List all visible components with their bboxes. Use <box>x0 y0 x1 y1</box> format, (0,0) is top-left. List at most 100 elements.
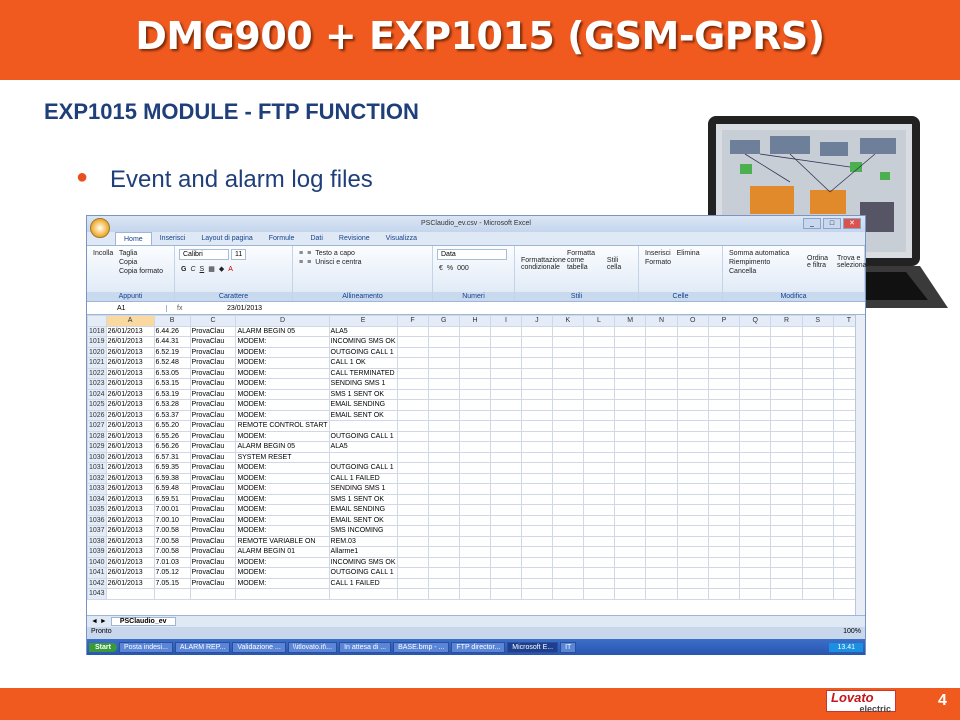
cell[interactable] <box>396 483 429 495</box>
percent-icon[interactable]: % <box>447 265 453 272</box>
cell[interactable] <box>707 451 741 463</box>
cell[interactable] <box>427 325 460 337</box>
cell[interactable] <box>770 577 803 589</box>
cell[interactable] <box>770 430 803 442</box>
cell[interactable] <box>707 325 741 337</box>
cell[interactable]: 26/01/2013 <box>105 504 155 516</box>
cell[interactable] <box>707 567 741 579</box>
row-header[interactable]: 1031 <box>87 462 107 474</box>
cell[interactable] <box>551 493 584 505</box>
cell[interactable] <box>458 346 492 358</box>
row-header[interactable]: 1035 <box>87 504 107 516</box>
cell[interactable] <box>645 525 678 537</box>
row-header[interactable]: 1034 <box>87 493 107 505</box>
cell[interactable]: EMAIL SENT OK <box>328 514 398 526</box>
fill-color-icon[interactable]: ◆ <box>219 265 224 273</box>
cell[interactable]: 6.44.26 <box>153 325 191 337</box>
cell[interactable] <box>427 388 460 400</box>
cell[interactable] <box>707 525 741 537</box>
autosum-button[interactable]: Somma automatica <box>729 250 789 257</box>
cell[interactable]: ProvaClau <box>189 546 237 558</box>
cell[interactable]: ProvaClau <box>189 325 237 337</box>
cell[interactable]: 6.59.48 <box>153 483 191 495</box>
cell[interactable]: 7.00.58 <box>153 535 191 547</box>
cell[interactable] <box>458 514 492 526</box>
cell[interactable]: CALL TERMINATED <box>328 367 398 379</box>
cell[interactable] <box>739 336 772 348</box>
cell[interactable]: ProvaClau <box>189 504 237 516</box>
cell[interactable] <box>490 409 522 421</box>
cell[interactable] <box>520 556 553 568</box>
cell[interactable] <box>676 588 709 600</box>
cell[interactable] <box>427 336 460 348</box>
cell[interactable] <box>676 472 709 484</box>
cell[interactable] <box>458 577 492 589</box>
cell[interactable] <box>427 462 460 474</box>
cell[interactable] <box>676 483 709 495</box>
cell[interactable] <box>801 493 834 505</box>
row-header[interactable]: 1020 <box>87 346 107 358</box>
thousands-icon[interactable]: 000 <box>457 265 469 272</box>
cell[interactable] <box>396 325 429 337</box>
cell[interactable] <box>645 577 678 589</box>
cell[interactable] <box>676 430 709 442</box>
cell[interactable]: 6.55.26 <box>153 430 191 442</box>
sheet-nav-icon[interactable]: ◄ ► <box>91 618 107 625</box>
paste-button[interactable]: Incolla <box>93 250 113 257</box>
cell[interactable] <box>458 378 492 390</box>
cell[interactable] <box>582 535 616 547</box>
cell[interactable] <box>396 336 429 348</box>
column-header[interactable]: M <box>613 315 647 327</box>
cell[interactable] <box>801 409 834 421</box>
cell[interactable] <box>427 577 460 589</box>
cell[interactable] <box>676 336 709 348</box>
cell[interactable] <box>490 504 522 516</box>
cell[interactable]: OUTGOING CALL 1 <box>328 346 398 358</box>
cell[interactable]: MODEM: <box>235 462 330 474</box>
cell[interactable] <box>582 409 616 421</box>
cell[interactable] <box>396 346 429 358</box>
cell[interactable]: ProvaClau <box>189 462 237 474</box>
cell[interactable] <box>707 357 741 369</box>
cell[interactable] <box>490 577 522 589</box>
cell[interactable] <box>490 535 522 547</box>
cell[interactable] <box>676 556 709 568</box>
row-header[interactable]: 1037 <box>87 525 107 537</box>
row-header[interactable]: 1030 <box>87 451 107 463</box>
cell[interactable]: ProvaClau <box>189 556 237 568</box>
cell[interactable] <box>551 430 584 442</box>
cell[interactable] <box>551 388 584 400</box>
cell[interactable] <box>458 483 492 495</box>
cell[interactable]: 26/01/2013 <box>105 451 155 463</box>
cell[interactable] <box>582 430 616 442</box>
row-header[interactable]: 1032 <box>87 472 107 484</box>
cell[interactable] <box>551 504 584 516</box>
cell[interactable] <box>551 441 584 453</box>
column-header[interactable]: D <box>235 315 330 327</box>
taskbar-item[interactable]: In attesa di ... <box>339 641 392 653</box>
cell[interactable] <box>770 546 803 558</box>
cell[interactable]: EMAIL SENT OK <box>328 409 398 421</box>
cell[interactable]: 6.55.20 <box>153 420 191 432</box>
bold-button[interactable]: G <box>181 266 186 273</box>
cell[interactable] <box>582 556 616 568</box>
cell[interactable] <box>520 441 553 453</box>
cell[interactable]: ProvaClau <box>189 399 237 411</box>
cell[interactable] <box>490 514 522 526</box>
cell[interactable] <box>801 325 834 337</box>
cut-button[interactable]: Taglia <box>119 250 137 257</box>
cell[interactable] <box>801 462 834 474</box>
cell[interactable] <box>707 472 741 484</box>
cell[interactable]: MODEM: <box>235 409 330 421</box>
cell[interactable] <box>427 483 460 495</box>
cell[interactable]: 7.05.12 <box>153 567 191 579</box>
cell[interactable]: 26/01/2013 <box>105 336 155 348</box>
cell[interactable]: MODEM: <box>235 388 330 400</box>
cell[interactable] <box>551 588 584 600</box>
cell[interactable] <box>676 462 709 474</box>
cell[interactable] <box>582 451 616 463</box>
cell[interactable]: 6.57.31 <box>153 451 191 463</box>
cell[interactable] <box>613 399 647 411</box>
cell[interactable]: 7.00.58 <box>153 546 191 558</box>
cell[interactable] <box>739 409 772 421</box>
